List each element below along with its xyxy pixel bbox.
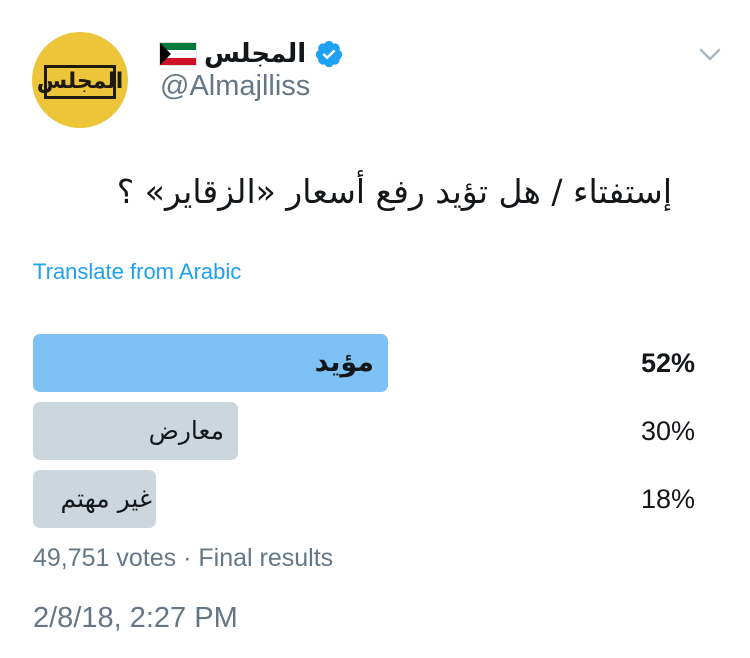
poll-status: Final results: [198, 544, 334, 572]
poll-option-label: غير مهتم: [60, 484, 152, 513]
poll-option-label: معارض: [148, 416, 224, 445]
poll-summary: 49,751 votes · Final results: [33, 544, 333, 573]
account-handle[interactable]: @Almajlliss: [160, 70, 310, 103]
chevron-down-icon[interactable]: [696, 40, 724, 68]
verified-badge-icon: [316, 40, 343, 68]
poll-option-percent: 52%: [640, 348, 695, 378]
poll-option-label: مؤيد: [314, 347, 374, 378]
poll-votes: 49,751 votes: [33, 544, 177, 572]
poll-option-1: مؤيد 52%: [33, 334, 695, 392]
account-name-row[interactable]: المجلس: [160, 36, 344, 72]
avatar-logo: المجلس: [37, 64, 123, 99]
poll-separator: ·: [176, 544, 199, 572]
display-name[interactable]: المجلس: [204, 39, 306, 69]
poll-option-percent: 30%: [640, 416, 695, 446]
translate-link[interactable]: Translate from Arabic: [33, 259, 241, 285]
tweet-timestamp[interactable]: 2/8/18, 2:27 PM: [33, 602, 238, 635]
poll-option-3: غير مهتم 18%: [33, 470, 695, 528]
avatar-logo-text: المجلس: [36, 68, 124, 94]
tweet-text: إستفتاء / هل تؤيد رفع أسعار «الزقاير» ؟: [116, 172, 672, 211]
avatar[interactable]: المجلس: [32, 32, 128, 128]
poll-option-percent: 18%: [640, 484, 695, 514]
tweet-card: المجلس المجلس @Almajlliss إستفتاء / هل ت…: [0, 0, 750, 658]
poll-option-2: معارض 30%: [33, 402, 695, 460]
kuwait-flag-icon: [160, 43, 196, 65]
